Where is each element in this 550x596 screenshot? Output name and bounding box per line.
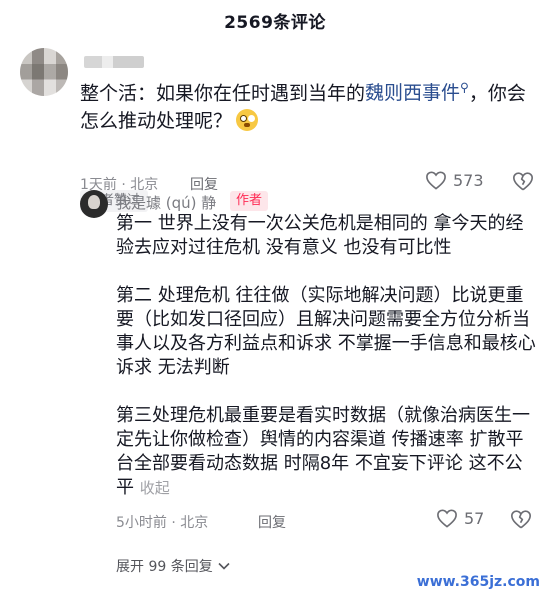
comment-text-prefix: 整个活：如果你在任时遇到当年的 <box>80 82 366 105</box>
collapse-button[interactable]: 收起 <box>140 479 170 497</box>
search-icon[interactable]: ⚲ <box>460 81 469 95</box>
reply-like-button[interactable]: 57 <box>436 508 484 528</box>
heart-icon[interactable] <box>425 170 447 190</box>
commenter-name-redacted <box>84 56 144 68</box>
reply-paragraph-text: 第三处理危机最重要是看实时数据（就像治病医生一定先让你做检查）舆情的内容渠道 传… <box>116 405 530 498</box>
reply-like-count: 57 <box>464 508 485 528</box>
broken-heart-icon[interactable] <box>512 170 534 192</box>
broken-heart-icon[interactable] <box>510 508 532 530</box>
comment-text: 整个活：如果你在任时遇到当年的魏则西事件⚲，你会怎么推动处理呢？ <box>80 74 530 135</box>
like-button[interactable]: 573 <box>425 170 484 190</box>
topic-link-label[interactable]: 魏则西事件 <box>365 82 460 104</box>
reply-button[interactable]: 回复 <box>190 174 218 194</box>
chevron-down-icon[interactable] <box>218 562 230 570</box>
flushed-face-emoji-icon <box>236 109 259 132</box>
reply-avatar[interactable] <box>80 190 108 218</box>
avatar[interactable] <box>20 48 68 96</box>
expand-replies-button[interactable]: 展开 99 条回复 <box>116 556 230 576</box>
reply-text: 第一 世界上没有一次公关危机是相同的 拿今天的经验去应对过往危机 没有意义 也没… <box>116 212 536 500</box>
like-count: 573 <box>453 170 484 190</box>
comment-count-title: 2569条评论 <box>224 13 326 33</box>
reply-author-name[interactable]: 我是璩 (qú) 静 <box>116 192 216 213</box>
reply-paragraph: 第一 世界上没有一次公关危机是相同的 拿今天的经验去应对过往危机 没有意义 也没… <box>116 213 524 258</box>
reply-paragraph: 第二 处理危机 往往做（实际地解决问题）比说更重要（比如发口径回应）且解决问题需… <box>116 285 536 378</box>
site-watermark: www.365jz.com <box>416 574 540 590</box>
reply-paragraph: 第三处理危机最重要是看实时数据（就像治病医生一定先让你做检查）舆情的内容渠道 传… <box>116 404 536 500</box>
reply-meta: 5小时前 · 北京 回复 57 <box>116 508 536 534</box>
author-tag-badge: 作者 <box>230 191 269 211</box>
topic-link[interactable]: 魏则西事件⚲ <box>365 81 469 104</box>
reply-to-reply-button[interactable]: 回复 <box>258 512 286 532</box>
comments-header: 2569条评论 <box>0 0 550 40</box>
reply-time-location: 5小时前 · 北京 <box>116 515 209 531</box>
heart-icon[interactable] <box>436 508 458 528</box>
expand-replies-label[interactable]: 展开 99 条回复 <box>116 556 213 576</box>
